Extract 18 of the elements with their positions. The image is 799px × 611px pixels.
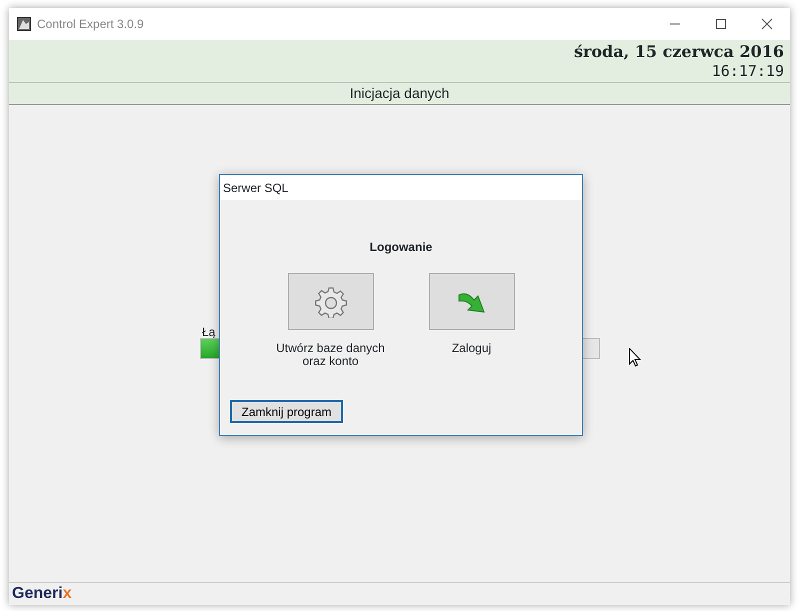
mouse-cursor-icon (629, 348, 641, 367)
dialog-title: Serwer SQL (223, 181, 288, 195)
action-label: Zaloguj (452, 342, 492, 355)
close-program-button[interactable]: Zamknij program (230, 400, 343, 423)
progress-label: Łą (202, 324, 216, 341)
close-icon (761, 18, 773, 30)
app-icon (17, 17, 31, 31)
date-text: środa, 15 czerwca 2016 (574, 42, 784, 62)
gear-icon (314, 286, 346, 318)
action-button[interactable] (288, 273, 374, 330)
logo-text: Generix (12, 584, 72, 604)
maximize-icon (715, 18, 727, 30)
section-title: Inicjacja danych (350, 84, 450, 103)
time-text: 16:17:19 (712, 62, 784, 80)
window-title: Control Expert 3.0.9 (37, 16, 144, 33)
action-button[interactable] (428, 273, 514, 330)
dialog-heading: Logowanie (368, 239, 434, 256)
action-label: Utwórz baze danych oraz konto (276, 342, 385, 368)
